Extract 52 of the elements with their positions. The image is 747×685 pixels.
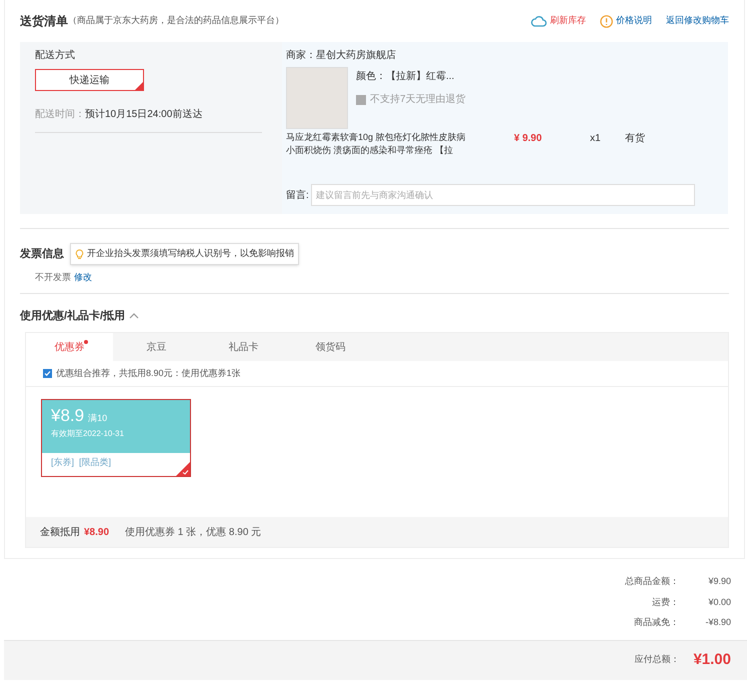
- check-corner-icon: [135, 82, 143, 90]
- shipping-label: 配送方式: [35, 48, 76, 63]
- header-link[interactable]: 刷新库存: [531, 14, 586, 28]
- coupon-tags: [东券] [限品类]: [51, 456, 112, 470]
- shipping-option[interactable]: 快递运输: [35, 69, 144, 91]
- summary-label: 商品减免：: [633, 616, 679, 629]
- edit-link[interactable]: 修改: [74, 271, 92, 284]
- product-quantity: x1: [590, 132, 602, 146]
- footer-note: 使用优惠券 1 张，优惠 8.90 元: [125, 526, 262, 540]
- summary-label: 运费：: [651, 596, 679, 608]
- no-return-icon: [356, 94, 366, 104]
- chevron-icon: [129, 312, 140, 320]
- product-name: 马应龙红霉素软膏10g 脓包疮灯化脓性皮肤病小面积烧伤 溃疡面的感染和寻常痤疮 【拉: [286, 131, 467, 157]
- check-corner-icon: [176, 462, 190, 476]
- product-photo-placeholder: [286, 67, 348, 129]
- message-field[interactable]: 建议留言前先与商家沟通确认: [310, 184, 695, 206]
- summary-value: ¥0.00: [707, 596, 731, 608]
- footer-amount: ¥8.90: [84, 526, 110, 540]
- shop-name: 商家：星创大药房旗舰店: [286, 48, 397, 63]
- summary-label: 总商品金额：: [624, 575, 679, 588]
- cloud-icon: [531, 16, 547, 26]
- delivery-time: 预计10月15日24:00前送达: [85, 108, 202, 122]
- recommend-label: 优惠组合推荐，共抵用8.90元：使用优惠券1张: [56, 366, 241, 380]
- warning-icon: [600, 14, 613, 28]
- message-label: 留言:: [286, 188, 309, 202]
- coupon-expiry: 有效期至2022-10-31: [51, 428, 125, 440]
- section-title: 送货清单: [20, 13, 68, 30]
- tab[interactable]: 优惠券: [26, 333, 113, 361]
- footer-label: 金额抵用: [40, 526, 80, 540]
- section-note: （商品属于京东大药房，是合法的药品信息展示平台）: [68, 14, 284, 28]
- product-color: 颜色：【拉新】红霉...: [356, 70, 456, 84]
- checkbox[interactable]: [43, 369, 52, 378]
- total-label: 应付总额：: [634, 653, 680, 666]
- section-title: 发票信息: [20, 246, 64, 262]
- tab[interactable]: 领货码: [287, 333, 374, 361]
- coupon-amount: ¥8.9: [51, 406, 84, 426]
- tab[interactable]: 礼品卡: [200, 333, 287, 361]
- tab[interactable]: 京豆: [113, 333, 200, 361]
- tip-text: 开企业抬头发票须填写纳税人识别号，以免影响报销: [87, 247, 294, 260]
- product-price: ¥ 9.90: [514, 132, 543, 146]
- header-link[interactable]: 价格说明: [600, 14, 652, 28]
- return-policy: 不支持7天无理由退货: [370, 92, 466, 107]
- coupon-condition: 满10: [88, 412, 108, 424]
- header-link[interactable]: 返回修改购物车: [666, 14, 729, 28]
- invoice-value: 不开发票: [35, 271, 71, 284]
- total-amount: ¥1.00: [693, 650, 731, 670]
- lightbulb-icon: [75, 248, 84, 260]
- summary-value: ¥9.90: [707, 575, 731, 588]
- stock-status: 有货: [625, 132, 645, 146]
- section-toggle[interactable]: 使用优惠/礼品卡/抵用: [20, 308, 140, 324]
- delivery-time-label: 配送时间：: [35, 108, 85, 122]
- summary-value: -¥8.90: [704, 616, 731, 629]
